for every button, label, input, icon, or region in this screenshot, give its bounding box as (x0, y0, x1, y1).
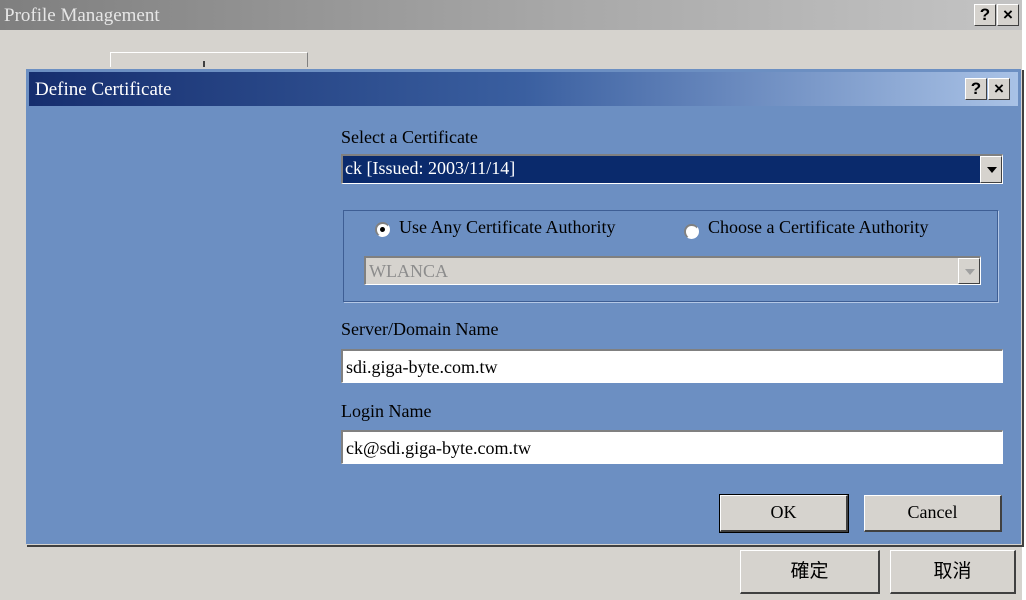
outer-tab-strip (110, 52, 308, 67)
radio-selected-dot (380, 227, 385, 232)
dialog-titlebar[interactable]: Define Certificate ? × (29, 72, 1018, 106)
select-certificate-label: Select a Certificate (341, 127, 478, 147)
define-certificate-dialog: Define Certificate ? × Select a Certific… (25, 68, 1022, 545)
outer-cancel-button[interactable]: 取消 (890, 550, 1016, 594)
outer-close-button[interactable]: × (997, 4, 1019, 26)
choose-ca-label[interactable]: Choose a Certificate Authority (708, 217, 928, 238)
certificate-select-value: ck [Issued: 2003/11/14] (345, 158, 516, 178)
chevron-down-icon (958, 258, 980, 284)
outer-window-title: Profile Management (4, 5, 160, 26)
tab-divider (203, 61, 205, 67)
server-domain-input[interactable]: sdi.giga-byte.com.tw (341, 349, 1003, 383)
use-any-ca-label[interactable]: Use Any Certificate Authority (399, 217, 615, 238)
certificate-select[interactable]: ck [Issued: 2003/11/14] (341, 154, 1003, 184)
choose-ca-radio[interactable] (684, 224, 699, 239)
ok-button[interactable]: OK (719, 494, 849, 533)
server-domain-value: sdi.giga-byte.com.tw (346, 357, 498, 377)
dialog-close-button[interactable]: × (988, 78, 1010, 100)
certificate-authority-select: WLANCA (364, 256, 981, 285)
login-name-input[interactable]: ck@sdi.giga-byte.com.tw (341, 430, 1003, 464)
chevron-down-icon[interactable] (980, 156, 1002, 183)
server-domain-label: Server/Domain Name (341, 319, 499, 339)
outer-ok-button[interactable]: 確定 (740, 550, 880, 594)
use-any-ca-radio[interactable] (375, 222, 390, 237)
profile-management-window: Profile Management ? × Define Certificat… (0, 0, 1022, 600)
login-name-label: Login Name (341, 401, 432, 421)
login-name-value: ck@sdi.giga-byte.com.tw (346, 438, 532, 458)
dialog-help-button[interactable]: ? (965, 78, 987, 100)
ca-select-value: WLANCA (369, 261, 448, 281)
outer-titlebar[interactable]: Profile Management ? × (0, 0, 1022, 30)
cancel-button[interactable]: Cancel (864, 495, 1002, 532)
dialog-title: Define Certificate (35, 79, 172, 100)
outer-help-button[interactable]: ? (974, 4, 996, 26)
